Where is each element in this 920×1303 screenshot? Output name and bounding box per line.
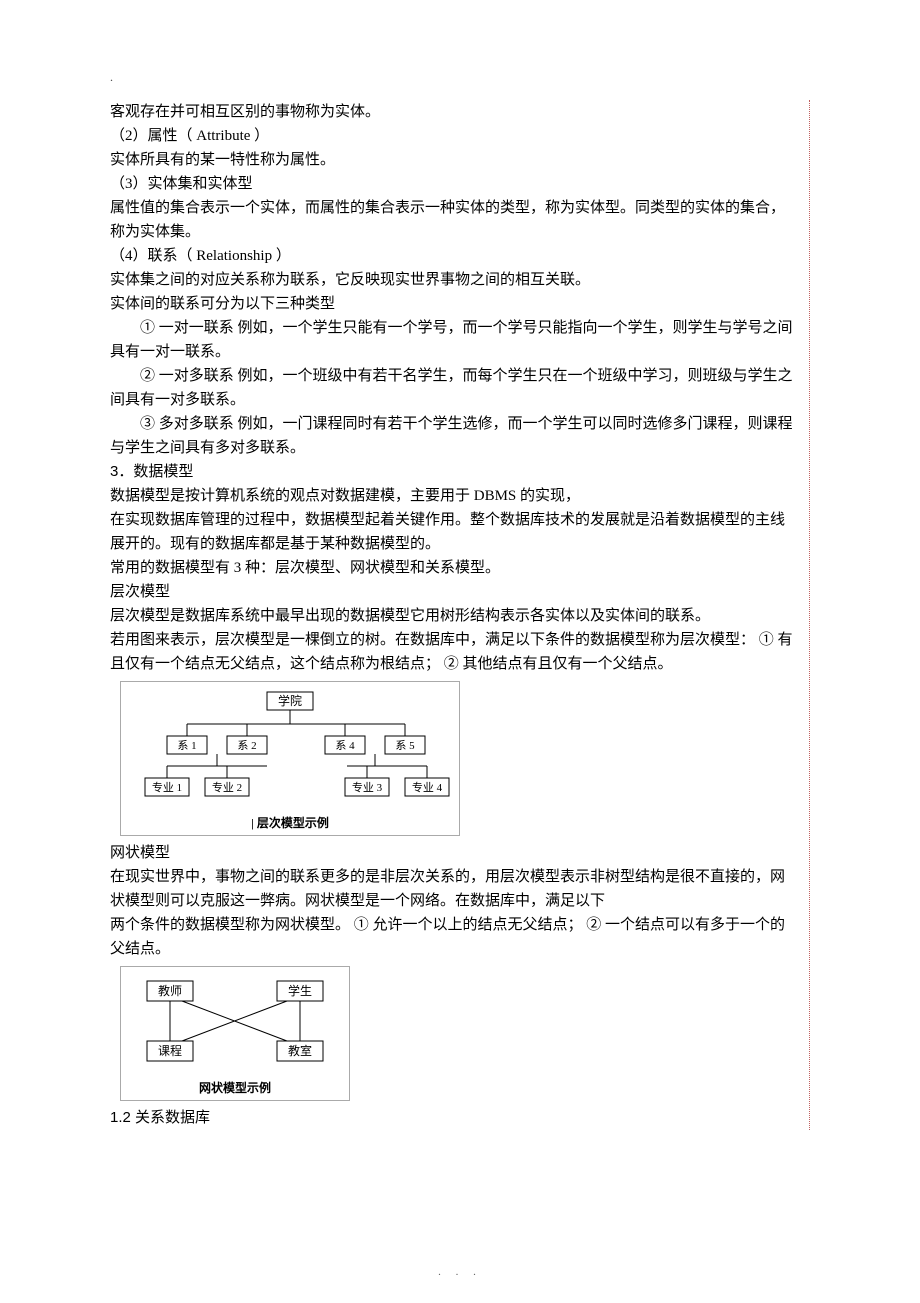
hierarchy-svg: 学院 系 1 系 2 系 4 系 5: [127, 690, 453, 810]
para-net-head: 网状模型: [110, 841, 799, 865]
footer-dots: . . .: [0, 1266, 920, 1278]
para-one-to-one: ① 一对一联系 例如，一个学生只能有一个学号，而一个学号只能指向一个学生，则学生…: [110, 316, 799, 364]
node-major4: 专业 4: [412, 780, 443, 794]
para-datamodel-role: 在实现数据库管理的过程中，数据模型起着关键作用。整个数据库技术的发展就是沿着数据…: [110, 508, 799, 556]
header-dot: .: [110, 70, 113, 85]
para-hier-cond: 若用图来表示，层次模型是一棵倒立的树。在数据库中，满足以下条件的数据模型称为层次…: [110, 628, 799, 676]
para-attribute-def: 实体所具有的某一特性称为属性。: [110, 148, 799, 172]
para-relation-types: 实体间的联系可分为以下三种类型: [110, 292, 799, 316]
hierarchy-diagram: 学院 系 1 系 2 系 4 系 5: [120, 681, 460, 836]
para-datamodel-types: 常用的数据模型有 3 种：层次模型、网状模型和关系模型。: [110, 556, 799, 580]
para-datamodel-def: 数据模型是按计算机系统的观点对数据建模，主要用于 DBMS 的实现，: [110, 484, 799, 508]
node-major1: 专业 1: [152, 780, 182, 794]
node-student: 学生: [288, 983, 312, 998]
para-section-1-2: 1.2 关系数据库: [110, 1106, 799, 1130]
network-diagram: 教师 学生 课程 教室 网状模型示例: [120, 966, 350, 1101]
para-attribute-head: （2）属性（ Attribute ）: [110, 124, 799, 148]
para-hier-def: 层次模型是数据库系统中最早出现的数据模型它用树形结构表示各实体以及实体间的联系。: [110, 604, 799, 628]
node-dept4: 系 4: [335, 739, 355, 752]
node-dept1: 系 1: [177, 739, 196, 752]
node-classroom: 教室: [288, 1043, 312, 1058]
node-major2: 专业 2: [212, 780, 242, 794]
para-entity-def: 客观存在并可相互区别的事物称为实体。: [110, 100, 799, 124]
network-svg: 教师 学生 课程 教室: [127, 975, 343, 1075]
node-dept2: 系 2: [237, 739, 256, 752]
node-course: 课程: [158, 1043, 182, 1058]
para-net-cond: 两个条件的数据模型称为网状模型。 ① 允许一个以上的结点无父结点； ② 一个结点…: [110, 913, 799, 961]
para-net-def: 在现实世界中，事物之间的联系更多的是非层次关系的，用层次模型表示非树型结构是很不…: [110, 865, 799, 913]
node-major3: 专业 3: [352, 780, 383, 794]
content-body: 客观存在并可相互区别的事物称为实体。 （2）属性（ Attribute ） 实体…: [110, 100, 810, 1130]
para-hier-head: 层次模型: [110, 580, 799, 604]
para-relationship-head: （4）联系（ Relationship ）: [110, 244, 799, 268]
para-many-to-many: ③ 多对多联系 例如，一门课程同时有若干个学生选修，而一个学生可以同时选修多门课…: [110, 412, 799, 460]
para-datamodel-head: 3．数据模型: [110, 460, 799, 484]
para-entityset-def: 属性值的集合表示一个实体，而属性的集合表示一种实体的类型，称为实体型。同类型的实…: [110, 196, 799, 244]
hierarchy-caption: | 层次模型示例: [127, 814, 453, 831]
para-one-to-many: ② 一对多联系 例如，一个班级中有若干名学生，而每个学生只在一个班级中学习，则班…: [110, 364, 799, 412]
node-root: 学院: [278, 693, 302, 708]
para-entityset-head: （3）实体集和实体型: [110, 172, 799, 196]
para-relationship-def: 实体集之间的对应关系称为联系，它反映现实世界事物之间的相互关联。: [110, 268, 799, 292]
node-teacher: 教师: [158, 983, 182, 998]
document-page: . 客观存在并可相互区别的事物称为实体。 （2）属性（ Attribute ） …: [0, 0, 920, 1303]
network-caption: 网状模型示例: [127, 1079, 343, 1096]
node-dept5: 系 5: [395, 739, 415, 752]
